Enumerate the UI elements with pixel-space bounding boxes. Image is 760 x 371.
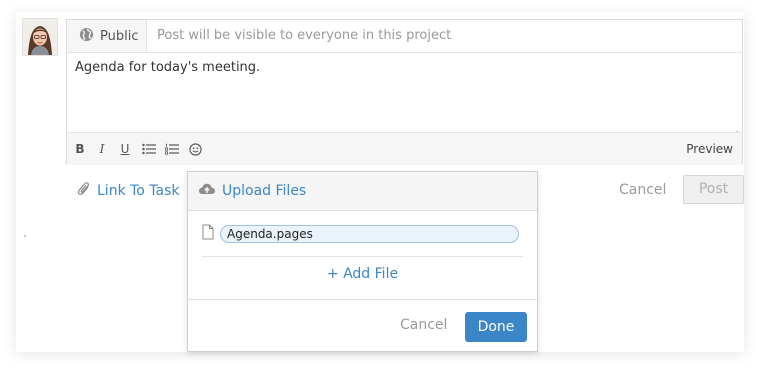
numbered-list-icon[interactable] xyxy=(164,141,180,157)
upload-files-title: Upload Files xyxy=(222,183,307,199)
avatar xyxy=(22,18,58,56)
divider-dot xyxy=(24,235,26,237)
cloud-upload-icon xyxy=(198,182,216,200)
visibility-hint: Post will be visible to everyone in this… xyxy=(157,28,452,43)
post-button[interactable]: Post xyxy=(683,175,744,204)
bullet-list-icon[interactable] xyxy=(141,141,157,157)
visibility-button[interactable]: Public xyxy=(67,20,147,52)
post-composer: Public Post will be visible to everyone … xyxy=(66,19,743,165)
cancel-upload-button[interactable]: Cancel xyxy=(400,317,447,333)
document-icon xyxy=(202,224,214,244)
done-button[interactable]: Done xyxy=(465,312,527,342)
paperclip-icon xyxy=(77,181,91,201)
link-to-task-label: Link To Task xyxy=(97,183,180,199)
file-name-field[interactable]: Agenda.pages xyxy=(220,225,519,243)
visibility-bar: Public Post will be visible to everyone … xyxy=(67,20,742,53)
globe-icon xyxy=(79,27,94,46)
underline-button[interactable]: U xyxy=(117,141,133,157)
emoji-icon[interactable] xyxy=(187,141,203,157)
link-to-task-button[interactable]: Link To Task xyxy=(77,180,180,202)
add-file-button[interactable]: + Add File xyxy=(188,266,537,282)
preview-button[interactable]: Preview xyxy=(686,133,733,165)
format-toolbar: B I U Preview xyxy=(67,132,742,165)
divider xyxy=(202,256,523,257)
cancel-post-button[interactable]: Cancel xyxy=(619,180,666,200)
upload-files-header[interactable]: Upload Files xyxy=(188,172,537,211)
bold-button[interactable]: B xyxy=(72,141,88,157)
file-row: Agenda.pages xyxy=(202,224,519,244)
italic-button[interactable]: I xyxy=(94,141,110,157)
upload-files-footer: Cancel Done xyxy=(188,299,537,352)
visibility-label: Public xyxy=(100,28,139,44)
post-textarea[interactable]: Agenda for today's meeting. xyxy=(75,60,725,132)
upload-files-popup: Upload Files Agenda.pages + Add File Can… xyxy=(187,171,538,352)
resize-handle-icon[interactable] xyxy=(731,123,739,138)
